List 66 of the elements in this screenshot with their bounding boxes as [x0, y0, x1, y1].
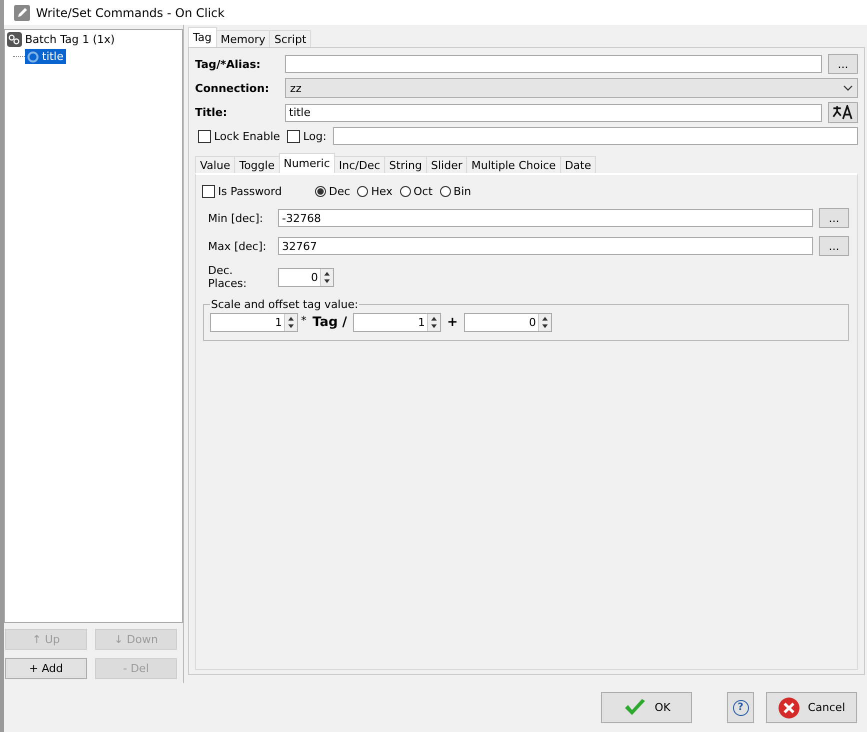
circle-icon [27, 50, 39, 62]
tab[interactable]: Multiple Choice [466, 156, 561, 173]
tab[interactable]: Value [195, 156, 236, 173]
checkbox[interactable] [198, 130, 211, 142]
operator: * [301, 314, 306, 327]
tab[interactable]: Date [560, 156, 596, 173]
checkbox[interactable] [287, 130, 300, 142]
browse-button[interactable]: ... [819, 208, 849, 228]
browse-button[interactable]: ... [828, 54, 858, 74]
translate-icon [832, 105, 854, 120]
radio-button[interactable] [357, 186, 368, 197]
cancel-button[interactable]: Cancel [766, 692, 857, 723]
tab[interactable]: Numeric [278, 153, 335, 173]
tab[interactable]: Toggle [234, 156, 280, 173]
tab[interactable]: Inc/Dec [334, 156, 386, 173]
field-label: Dec. Places: [208, 264, 248, 290]
tab[interactable]: Memory [216, 30, 270, 47]
browse-button[interactable]: ... [819, 236, 849, 256]
close-icon [778, 696, 800, 718]
checkbox-label: Lock Enable [214, 130, 280, 142]
checkbox-label: Is Password [218, 185, 282, 198]
field-label: Max [dec]: [208, 240, 268, 252]
checkbox-label: Log: [303, 130, 326, 142]
checkmark-icon [622, 698, 647, 718]
tag-group-icon [7, 32, 22, 47]
help-button[interactable]: ? [727, 692, 754, 723]
field-label: Tag/*Alias: [195, 58, 262, 70]
tree-item[interactable]: title [25, 49, 66, 64]
radio-button[interactable] [314, 186, 326, 197]
field-label: Title: [195, 106, 228, 119]
tag-alias-field[interactable] [285, 55, 822, 73]
field-label: Connection: [195, 82, 270, 94]
checkbox[interactable] [202, 185, 215, 198]
log-field[interactable] [333, 127, 858, 145]
tab[interactable]: Script [269, 30, 312, 47]
tab[interactable]: Tag [188, 27, 217, 47]
group-title: Scale and offset tag value: [210, 298, 360, 311]
spin-arrows-icon [538, 314, 551, 331]
radio-label: Dec [328, 185, 350, 198]
spin-arrows-icon [320, 268, 333, 286]
list-button[interactable]: + Add [5, 658, 87, 679]
radio-label: Bin [454, 185, 472, 198]
value-field[interactable]: 32767 [278, 237, 813, 255]
spin-arrows-icon [427, 314, 440, 331]
ok-button[interactable]: OK [601, 692, 692, 723]
window-title: Write/Set Commands - On Click [36, 6, 225, 20]
pencil-icon [14, 4, 30, 20]
tag-label: Tag / [312, 315, 348, 330]
radio-button[interactable] [440, 186, 451, 197]
operator: + [447, 315, 458, 330]
tab[interactable]: String [384, 156, 427, 173]
spin-field[interactable]: 0 [464, 313, 552, 332]
spin-field[interactable]: 0 [278, 268, 334, 286]
spin-field[interactable]: 1 [353, 313, 442, 332]
translate-button[interactable] [828, 102, 858, 123]
chevron-down-icon [843, 85, 853, 91]
title-field[interactable]: title [285, 104, 822, 122]
value-field[interactable]: -32768 [278, 209, 813, 227]
radio-label: Oct [414, 185, 433, 198]
spin-field[interactable]: 1 [210, 313, 298, 332]
spin-arrows-icon [284, 314, 297, 331]
connection-dropdown[interactable]: zz [285, 78, 858, 98]
radio-button[interactable] [400, 186, 411, 197]
field-label: Min [dec]: [208, 212, 264, 224]
tree-item[interactable]: Batch Tag 1 (1x) [25, 33, 115, 46]
radio-label: Hex [371, 185, 393, 198]
